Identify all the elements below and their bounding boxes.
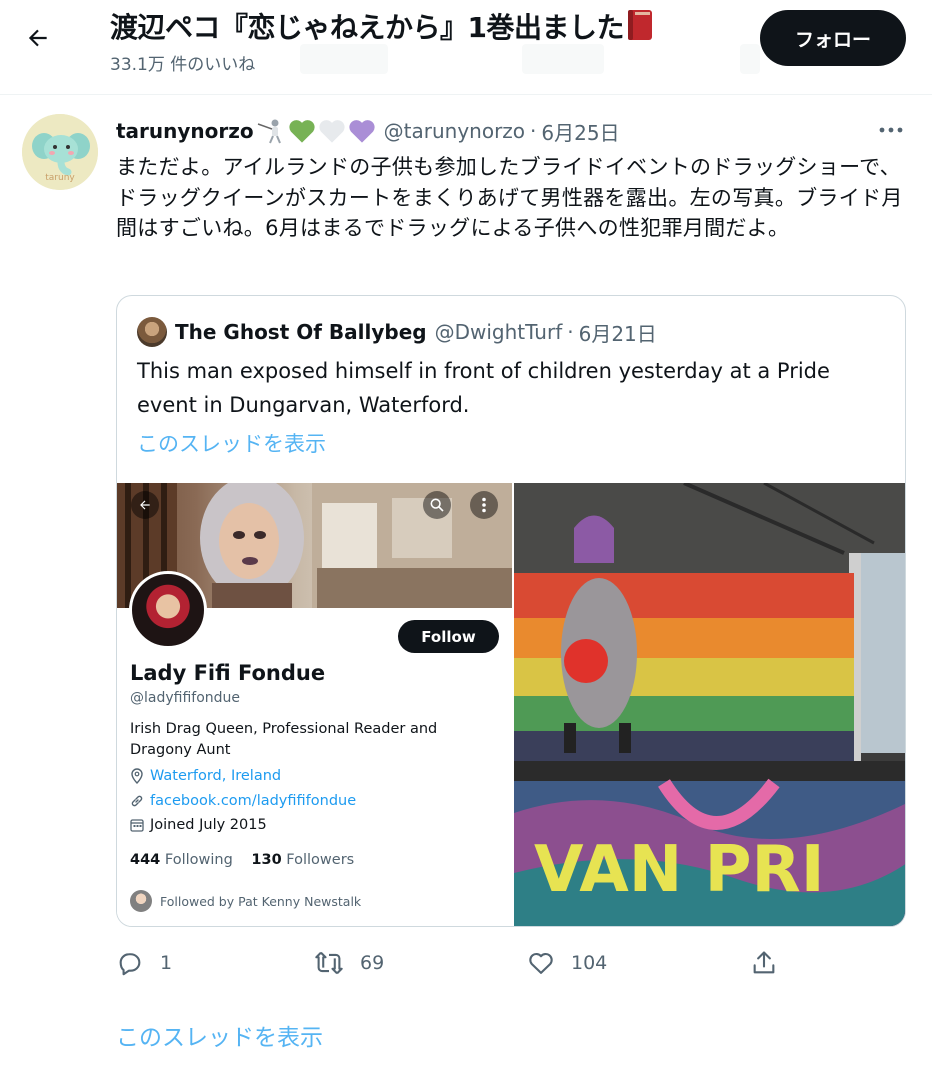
retweet-icon [315, 951, 343, 975]
show-thread-link[interactable]: このスレッドを表示 [116, 1018, 323, 1052]
fencer-icon [257, 119, 281, 144]
calendar-icon [130, 819, 144, 832]
heart-icon [529, 952, 553, 974]
stage-photo: VAN PRI [514, 483, 905, 926]
likes-count-label: 33.1万 件のいいね [110, 55, 256, 75]
tab-placeholder [740, 44, 760, 74]
profile-bio: Irish Drag Queen, Professional Reader an… [130, 721, 438, 758]
like-button[interactable]: 104 [527, 944, 607, 982]
profile-stats: 444 Following 130 Followers [130, 852, 368, 868]
separator-dot: · [530, 119, 537, 143]
followed-by-avatar [130, 890, 152, 912]
profile-joined: Joined July 2015 [130, 817, 267, 833]
reply-count: 1 [160, 952, 173, 974]
author-name[interactable]: tarunynorzo [116, 119, 254, 143]
reply-icon [119, 953, 141, 976]
stage-banner-text: VAN PRI [534, 833, 825, 907]
author-handle[interactable]: @tarunynorzo [384, 119, 525, 143]
more-options-button[interactable] [876, 118, 906, 142]
following-label: Following [164, 852, 233, 868]
arrow-left-icon [28, 29, 47, 47]
followed-by-row: Followed by Pat Kenny Newstalk [130, 890, 361, 912]
white-heart-icon [319, 120, 345, 143]
red-book-icon [628, 10, 652, 40]
profile-title-text: 渡辺ペコ『恋じゃねえから』1巻出ました [110, 11, 625, 44]
followers-count: 130 [251, 852, 282, 868]
profile-follow-button: Follow [398, 620, 499, 653]
quoted-avatar [137, 317, 167, 347]
following-count: 444 [130, 852, 161, 868]
top-bar: 渡辺ペコ『恋じゃねえから』1巻出ました 33.1万 件のいいね フォロー [0, 0, 932, 95]
link-icon [131, 795, 143, 807]
tweet-text: まただよ。アイルランドの子供も参加したブライドイベントのドラッグショーで、ドラッ… [116, 155, 903, 240]
name-emoji [256, 118, 376, 144]
share-icon [753, 951, 775, 974]
quoted-author-handle: @DwightTurf [434, 320, 563, 344]
profile-website: facebook.com/ladyfififondue [130, 793, 356, 809]
profile-screenshot-image[interactable]: Follow Lady Fifi Fondue @ladyfififondue … [117, 483, 512, 926]
profile-name: Lady Fifi Fondue [130, 661, 326, 685]
profile-website-text: facebook.com/ladyfififondue [150, 793, 357, 809]
more-dots-icon [879, 127, 903, 133]
stage-photo-image[interactable]: VAN PRI [514, 483, 905, 926]
profile-title: 渡辺ペコ『恋じゃねえから』1巻出ました [110, 6, 654, 46]
purple-heart-icon [349, 120, 375, 143]
avatar[interactable]: taruny [22, 114, 98, 190]
quoted-tweet-header: The Ghost Of Ballybeg @DwightTurf · 6月21… [137, 316, 657, 348]
reply-button[interactable]: 1 [116, 944, 172, 982]
elephant-avatar-icon: taruny [22, 114, 98, 190]
quoted-tweet-date: 6月21日 [578, 321, 657, 346]
banner-back-icon [131, 491, 159, 519]
quoted-show-thread-link[interactable]: このスレッドを表示 [137, 428, 326, 458]
tweet-header: tarunynorzo @tarunynorzo · 6月25日 [116, 116, 620, 146]
quoted-tweet-text: This man exposed himself in front of chi… [137, 359, 830, 417]
tab-placeholder [522, 44, 604, 74]
banner-search-icon [423, 491, 451, 519]
separator-dot: · [567, 320, 574, 344]
tweet-date[interactable]: 6月25日 [541, 117, 619, 146]
location-pin-icon [131, 768, 143, 784]
follow-button[interactable]: フォロー [760, 10, 906, 66]
followers-label: Followers [286, 852, 355, 868]
quoted-tweet[interactable]: The Ghost Of Ballybeg @DwightTurf · 6月21… [116, 295, 906, 927]
green-heart-icon [289, 120, 315, 143]
profile-handle: @ladyfififondue [130, 690, 241, 706]
profile-joined-text: Joined July 2015 [150, 817, 267, 833]
profile-location-text: Waterford, Ireland [150, 768, 282, 784]
avatar-text: taruny [45, 173, 75, 183]
retweet-count: 69 [360, 952, 385, 974]
profile-picture [129, 571, 207, 649]
tab-placeholder [300, 44, 388, 74]
quoted-author-name: The Ghost Of Ballybeg [175, 320, 427, 344]
profile-location: Waterford, Ireland [130, 768, 281, 784]
share-button[interactable] [750, 944, 778, 982]
followed-by-text: Followed by Pat Kenny Newstalk [160, 893, 362, 909]
tweet-actions: 1 69 104 [116, 944, 796, 984]
like-count: 104 [571, 952, 608, 974]
banner-more-icon [470, 491, 498, 519]
retweet-button[interactable]: 69 [314, 944, 384, 982]
back-button[interactable] [20, 20, 56, 56]
